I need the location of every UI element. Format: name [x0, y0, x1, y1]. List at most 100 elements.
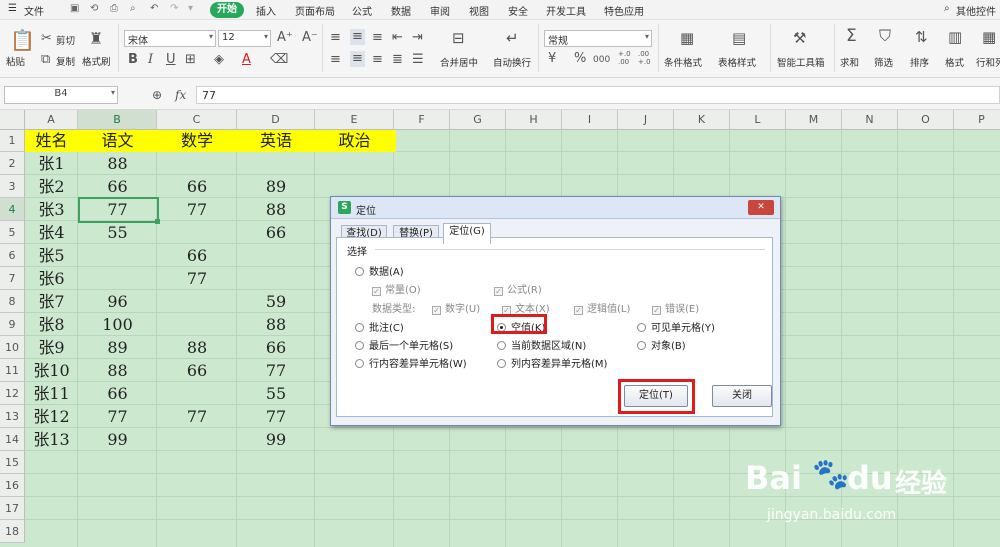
- data-cell[interactable]: 张5: [25, 244, 78, 267]
- row-header-13[interactable]: 13: [0, 405, 25, 428]
- row-header-15[interactable]: 15: [0, 451, 25, 474]
- row-header-3[interactable]: 3: [0, 175, 25, 198]
- zoom-icon[interactable]: ⊕: [152, 88, 162, 102]
- row-header-5[interactable]: 5: [0, 221, 25, 244]
- thousands-button[interactable]: 000: [593, 53, 610, 67]
- sum-button[interactable]: 求和: [840, 55, 859, 69]
- check-logic[interactable]: ✓ 逻辑值(L): [574, 300, 630, 315]
- data-cell[interactable]: 99: [78, 428, 157, 451]
- row-header-12[interactable]: 12: [0, 382, 25, 405]
- data-cell[interactable]: 张10: [25, 359, 78, 382]
- tab-data[interactable]: 数据: [391, 3, 411, 18]
- col-header-d[interactable]: D: [237, 110, 315, 130]
- check-constant[interactable]: ✓ 常量(O): [372, 281, 421, 296]
- clear-format-icon[interactable]: ⌫: [270, 53, 288, 67]
- save-icon[interactable]: ▣: [70, 3, 79, 14]
- name-box[interactable]: B4 ▾: [4, 86, 118, 104]
- close-icon[interactable]: ✕: [748, 200, 774, 215]
- wrap-text-button[interactable]: 自动换行: [493, 55, 531, 69]
- menu-file[interactable]: 文件: [24, 3, 44, 18]
- percent-button[interactable]: %: [574, 52, 586, 66]
- filter-icon[interactable]: ⛉: [879, 28, 891, 44]
- radio-row-diff[interactable]: 行内容差异单元格(W): [355, 355, 467, 370]
- data-cell[interactable]: 89: [78, 336, 157, 359]
- bold-button[interactable]: B: [128, 53, 138, 67]
- col-header-h[interactable]: H: [506, 110, 562, 130]
- data-cell[interactable]: 88: [78, 152, 157, 175]
- toolbox-icon[interactable]: ⚒: [793, 31, 806, 46]
- number-format-select[interactable]: 常规 ▾: [544, 30, 652, 47]
- font-grow-icon[interactable]: A⁺: [277, 31, 293, 45]
- data-cell[interactable]: 66: [78, 382, 157, 405]
- row-header-1[interactable]: 1: [0, 130, 25, 152]
- formula-input[interactable]: 77: [196, 86, 1000, 104]
- col-header-b[interactable]: B: [78, 110, 157, 130]
- data-cell[interactable]: 88: [157, 336, 237, 359]
- copy-icon[interactable]: ⧉: [41, 53, 50, 67]
- col-header-i[interactable]: I: [562, 110, 618, 130]
- check-text[interactable]: ✓ 文本(X): [502, 300, 550, 315]
- data-cell[interactable]: 张3: [25, 198, 78, 221]
- data-cell[interactable]: 77: [157, 267, 237, 290]
- radio-current-region[interactable]: 当前数据区域(N): [497, 337, 586, 352]
- header-cell[interactable]: 数学: [157, 130, 237, 152]
- tab-insert[interactable]: 插入: [256, 3, 276, 18]
- data-cell[interactable]: 88: [237, 313, 315, 336]
- print-icon[interactable]: ⎙: [110, 3, 118, 14]
- tab-developer[interactable]: 开发工具: [546, 3, 586, 18]
- align-center-icon[interactable]: ≡: [350, 51, 365, 67]
- data-cell[interactable]: 77: [157, 405, 237, 428]
- conditional-format-button[interactable]: 条件格式: [664, 55, 702, 69]
- cut-button[interactable]: 剪切: [56, 33, 75, 47]
- font-size-select[interactable]: 12 ▾: [218, 30, 271, 47]
- data-cell[interactable]: 99: [237, 428, 315, 451]
- row-header-11[interactable]: 11: [0, 359, 25, 382]
- other-controls[interactable]: 其他控件: [956, 3, 996, 18]
- format-painter-button[interactable]: 格式刷: [82, 54, 111, 68]
- font-name-select[interactable]: 宋体 ▾: [124, 30, 216, 47]
- col-header-p[interactable]: P: [954, 110, 1000, 130]
- col-header-k[interactable]: K: [674, 110, 730, 130]
- col-header-o[interactable]: O: [898, 110, 954, 130]
- distribute-icon[interactable]: ☰: [412, 53, 424, 67]
- data-cell[interactable]: 66: [237, 336, 315, 359]
- tab-page-layout[interactable]: 页面布局: [295, 3, 335, 18]
- tab-security[interactable]: 安全: [508, 3, 528, 18]
- decimal-decrease-button[interactable]: .00 +.0: [638, 50, 652, 66]
- data-cell[interactable]: 张12: [25, 405, 78, 428]
- row-header-18[interactable]: 18: [0, 520, 25, 543]
- col-header-j[interactable]: J: [618, 110, 674, 130]
- table-style-icon[interactable]: ▤: [732, 31, 746, 46]
- dialog-titlebar[interactable]: S 定位 ✕: [331, 197, 780, 219]
- col-header-l[interactable]: L: [730, 110, 786, 130]
- data-cell[interactable]: 66: [78, 175, 157, 198]
- radio-comment[interactable]: 批注(C): [355, 319, 404, 334]
- fill-handle[interactable]: [155, 219, 160, 224]
- filter-button[interactable]: 筛选: [874, 55, 893, 69]
- cut-icon[interactable]: ✂: [41, 32, 52, 46]
- align-bottom-icon[interactable]: ≡: [372, 31, 383, 45]
- align-right-icon[interactable]: ≡: [372, 53, 383, 67]
- col-header-c[interactable]: C: [157, 110, 237, 130]
- radio-visible-cells[interactable]: 可见单元格(Y): [637, 319, 715, 334]
- radio-object[interactable]: 对象(B): [637, 337, 686, 352]
- smart-toolbox-button[interactable]: 智能工具箱: [777, 55, 825, 69]
- format-painter-icon[interactable]: ♜: [89, 31, 103, 47]
- col-header-f[interactable]: F: [394, 110, 450, 130]
- indent-right-icon[interactable]: ⇥: [412, 31, 423, 45]
- paste-icon[interactable]: 📋: [10, 30, 35, 50]
- align-middle-icon[interactable]: ≡: [350, 29, 365, 45]
- row-col-icon[interactable]: ▦: [982, 30, 996, 45]
- select-all-corner[interactable]: [0, 110, 25, 130]
- row-header-8[interactable]: 8: [0, 290, 25, 313]
- data-cell[interactable]: 77: [78, 405, 157, 428]
- data-cell[interactable]: 张8: [25, 313, 78, 336]
- decimal-increase-button[interactable]: +.0 .00: [618, 50, 632, 66]
- header-cell[interactable]: 语文: [78, 130, 157, 152]
- fx-button[interactable]: fx: [175, 88, 186, 102]
- col-header-m[interactable]: M: [786, 110, 842, 130]
- data-cell[interactable]: 59: [237, 290, 315, 313]
- data-cell[interactable]: 张6: [25, 267, 78, 290]
- dropdown-icon[interactable]: ▾: [188, 3, 193, 14]
- data-cell[interactable]: 88: [78, 359, 157, 382]
